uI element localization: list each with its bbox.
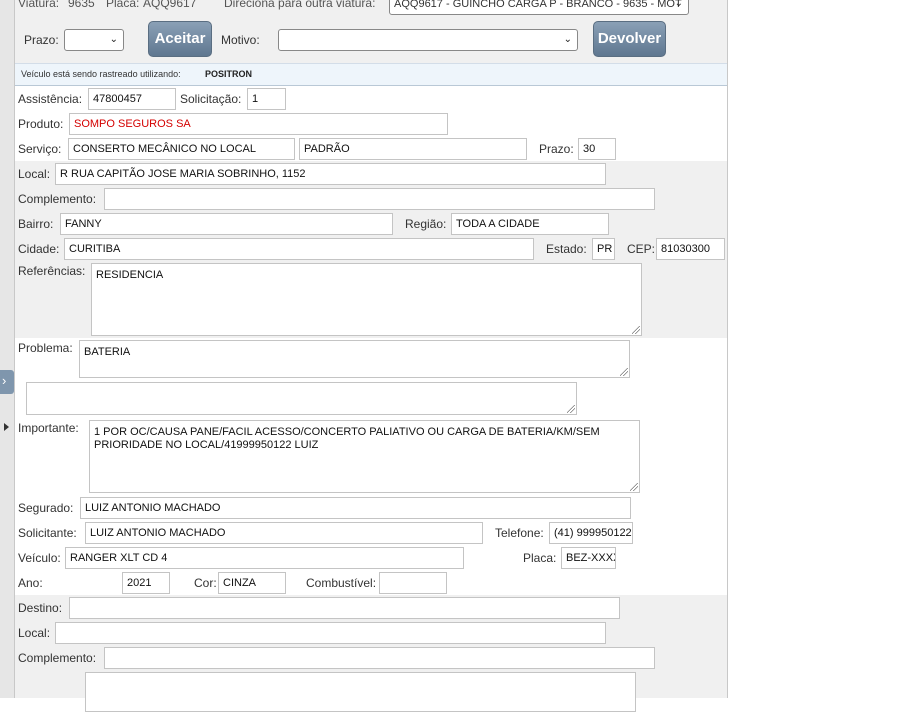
cor-label: Cor:	[194, 576, 217, 590]
aceitar-button[interactable]: Aceitar	[148, 21, 212, 57]
chevron-down-icon: ⌄	[674, 0, 683, 9]
solicitante-field[interactable]: LUIZ ANTONIO MACHADO	[85, 522, 483, 544]
servico-field[interactable]: CONSERTO MECÂNICO NO LOCAL	[68, 138, 295, 160]
viatura-label: Viatura:	[18, 0, 60, 10]
sidebar-toggle[interactable]: ›	[0, 370, 14, 394]
chevron-down-icon: ⌄	[563, 34, 572, 45]
problema-text: BATERIA	[84, 346, 131, 358]
header-placa-label: Placa:	[106, 0, 140, 10]
referencias-textarea[interactable]: RESIDENCIA	[91, 263, 642, 336]
destino-label: Destino:	[18, 601, 63, 615]
segurado-field[interactable]: LUIZ ANTONIO MACHADO	[80, 497, 631, 519]
estado-field[interactable]: PR	[592, 238, 615, 260]
bairro-field[interactable]: FANNY	[60, 213, 393, 235]
header-placa-value: AQQ9617	[143, 0, 197, 10]
destino-complemento-label: Complemento:	[18, 651, 97, 665]
ano-field[interactable]: 2021	[122, 572, 170, 594]
assistencia-label: Assistência:	[18, 92, 83, 106]
tracking-bar: Veículo está sendo rastreado utilizando:…	[15, 63, 727, 86]
telefone-field[interactable]: (41) 999950122	[549, 522, 633, 544]
cidade-label: Cidade:	[18, 242, 60, 256]
referencias-label: Referências:	[18, 264, 86, 278]
bairro-label: Bairro:	[18, 217, 54, 231]
problema-extra-textarea[interactable]	[26, 382, 577, 415]
cidade-field[interactable]: CURITIBA	[64, 238, 534, 260]
cor-field[interactable]: CINZA	[218, 572, 286, 594]
prazo-select[interactable]: ⌄	[64, 29, 124, 51]
veiculo-placa-field[interactable]: BEZ-XXXX	[561, 547, 616, 569]
resize-grip-icon[interactable]	[620, 368, 628, 376]
referencias-text: RESIDENCIA	[96, 269, 164, 281]
servico-label: Serviço:	[18, 142, 62, 156]
regiao-label: Região:	[405, 217, 447, 231]
importante-label: Importante:	[18, 421, 79, 435]
tracking-provider: POSITRON	[205, 69, 253, 79]
resize-grip-icon[interactable]	[630, 483, 638, 491]
destino-field[interactable]	[69, 597, 620, 619]
estado-label: Estado:	[546, 242, 587, 256]
direciona-select[interactable]: AQQ9617 - GUINCHO CARGA P - BRANCO - 963…	[389, 0, 689, 15]
produto-label: Produto:	[18, 117, 64, 131]
direciona-label: Direciona para outra viatura:	[224, 0, 376, 10]
local-field[interactable]: R RUA CAPITÃO JOSE MARIA SOBRINHO, 1152	[55, 163, 606, 185]
importante-textarea[interactable]: 1 POR OC/CAUSA PANE/FACIL ACESSO/CONCERT…	[89, 420, 640, 493]
ano-label: Ano:	[18, 576, 43, 590]
cep-label: CEP:	[627, 242, 656, 256]
resize-grip-icon[interactable]	[567, 405, 575, 413]
importante-text: 1 POR OC/CAUSA PANE/FACIL ACESSO/CONCERT…	[94, 426, 600, 451]
complemento-label: Complemento:	[18, 192, 97, 206]
devolver-button[interactable]: Devolver	[593, 21, 666, 57]
destino-complemento-field[interactable]	[104, 647, 655, 669]
regiao-field[interactable]: TODA A CIDADE	[451, 213, 609, 235]
solicitante-label: Solicitante:	[18, 526, 77, 540]
combustivel-label: Combustível:	[306, 576, 377, 590]
solicitacao-label: Solicitação:	[180, 92, 242, 106]
motivo-label: Motivo:	[221, 33, 260, 47]
destino-local-label: Local:	[18, 626, 51, 640]
combustivel-field[interactable]	[379, 572, 447, 594]
cep-field[interactable]: 81030300	[656, 238, 725, 260]
telefone-label: Telefone:	[495, 526, 544, 540]
viatura-value: 9635	[68, 0, 95, 10]
panel-right-border	[727, 0, 728, 698]
problema-textarea[interactable]: BATERIA	[79, 340, 630, 378]
problema-label: Problema:	[18, 341, 73, 355]
solicitacao-field[interactable]: 1	[247, 88, 286, 110]
chevron-right-icon: ›	[2, 373, 7, 388]
direciona-selected: AQQ9617 - GUINCHO CARGA P - BRANCO - 963…	[394, 0, 682, 10]
servico-prazo-field[interactable]: 30	[578, 138, 616, 160]
header-prazo-label: Prazo:	[24, 33, 59, 47]
assistencia-field[interactable]: 47800457	[88, 88, 176, 110]
servico-prazo-label: Prazo:	[539, 142, 574, 156]
chevron-down-icon: ⌄	[109, 34, 118, 45]
motivo-select[interactable]: ⌄	[278, 29, 578, 51]
destino-local-field[interactable]	[55, 622, 606, 644]
left-gutter	[0, 0, 15, 698]
tracking-text: Veículo está sendo rastreado utilizando:	[21, 69, 181, 79]
triangle-right-icon[interactable]	[4, 423, 9, 431]
destino-referencias-textarea[interactable]	[85, 672, 636, 712]
segurado-label: Segurado:	[18, 501, 74, 515]
complemento-field[interactable]	[104, 188, 655, 210]
veiculo-placa-label: Placa:	[523, 551, 557, 565]
veiculo-label: Veículo:	[18, 551, 61, 565]
servico-tipo-field[interactable]: PADRÃO	[299, 138, 527, 160]
veiculo-field[interactable]: RANGER XLT CD 4	[65, 547, 464, 569]
local-label: Local:	[18, 167, 51, 181]
resize-grip-icon[interactable]	[632, 326, 640, 334]
produto-field[interactable]: SOMPO SEGUROS SA	[69, 113, 448, 135]
